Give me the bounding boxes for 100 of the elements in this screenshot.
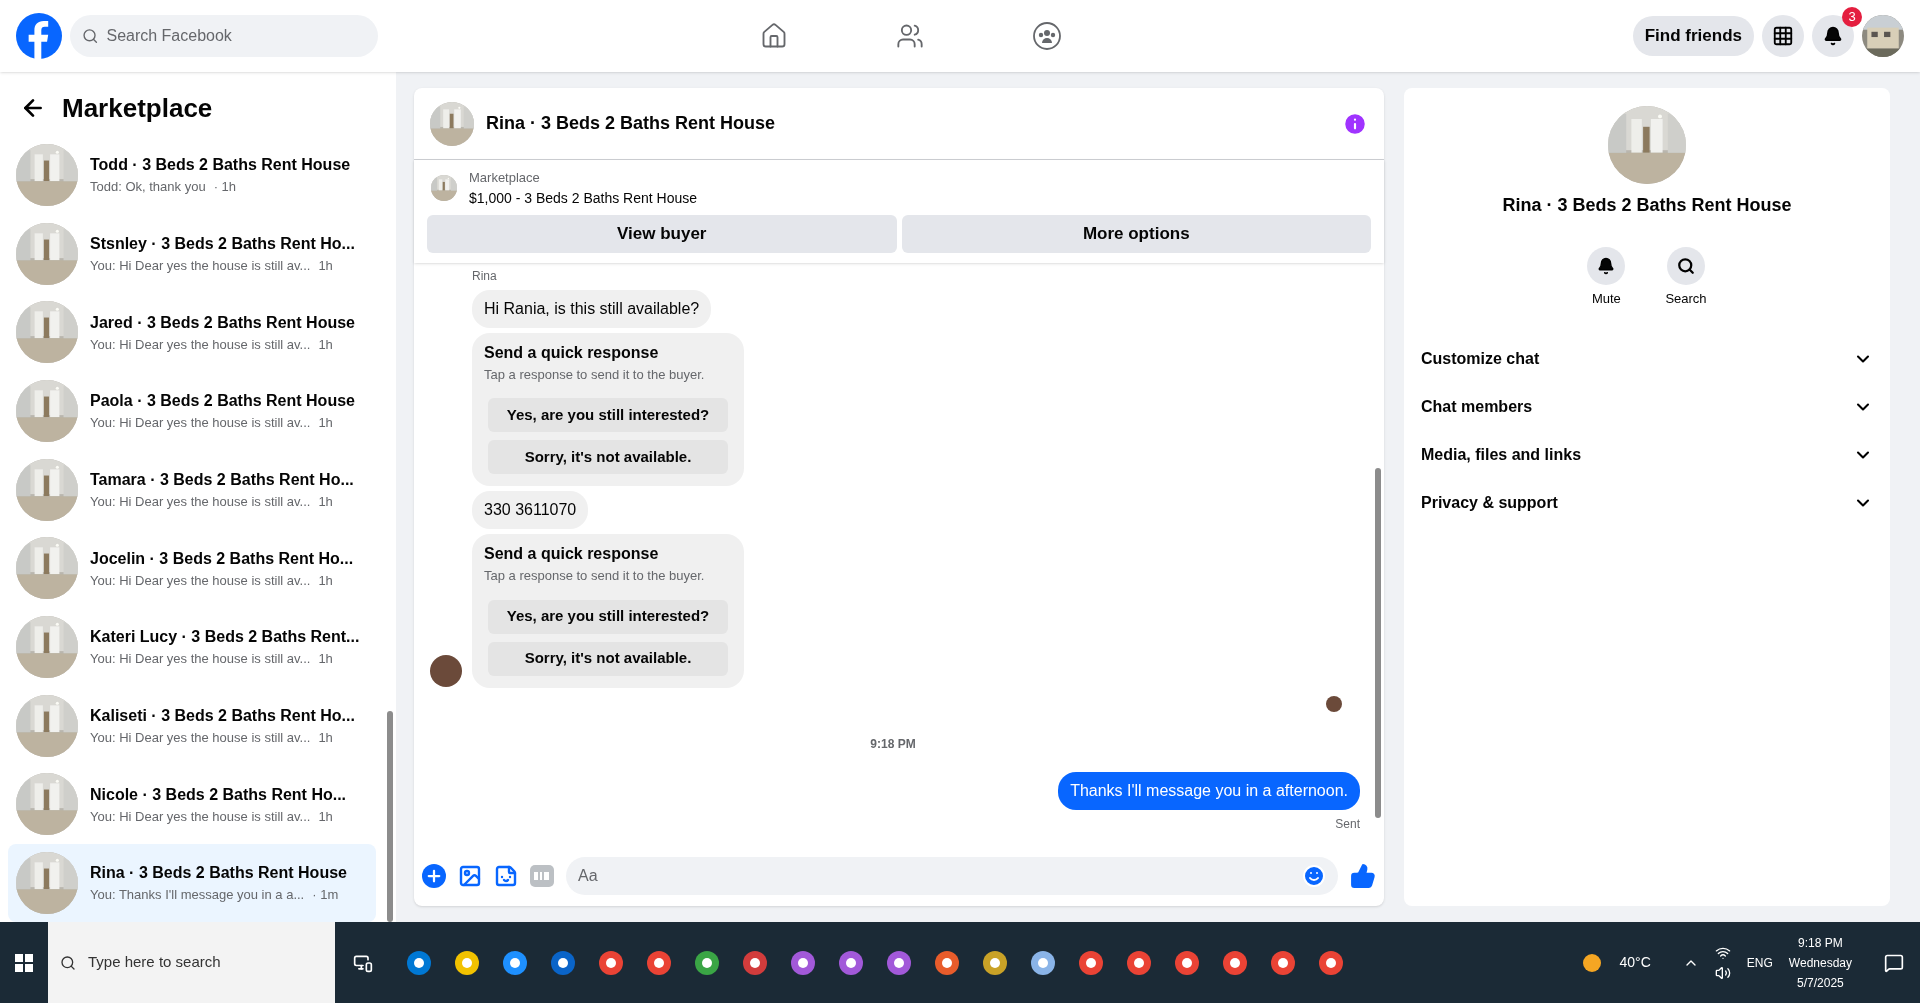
find-friends-button[interactable]: Find friends: [1632, 16, 1754, 56]
scrollbar[interactable]: [1375, 467, 1381, 818]
search-input[interactable]: Search Facebook: [106, 24, 366, 48]
message-preview: You: Thanks I'll message you in a a...: [90, 886, 305, 905]
notification-center-icon[interactable]: [1884, 952, 1904, 973]
conversation-item[interactable]: Jared · 3 Beds 2 Baths Rent House You: Hi Dear yes the house is still av... 1h: [8, 293, 376, 372]
scrollbar[interactable]: [387, 711, 393, 922]
section-row[interactable]: Privacy & support: [1412, 478, 1882, 527]
conversation-item[interactable]: Kateri Lucy · 3 Beds 2 Baths Rent... You: Hi Dear yes the house is still av... 1h: [8, 608, 376, 686]
section-row[interactable]: Media, files and links: [1412, 430, 1882, 479]
clock-time: 9:18 PM: [1798, 934, 1843, 952]
bell-icon: [1823, 26, 1843, 46]
listing-label: Marketplace: [469, 169, 541, 187]
conversation-title: Tamara · 3 Beds 2 Baths Rent Ho...: [90, 469, 354, 490]
action-label: Mute: [1591, 290, 1621, 308]
taskbar-search-input[interactable]: Type here to search: [88, 951, 278, 974]
search-button[interactable]: [1667, 247, 1705, 285]
add-button[interactable]: [422, 864, 446, 888]
message-time: 1h: [318, 650, 333, 669]
conversation-title: Paola · 3 Beds 2 Baths Rent House: [90, 391, 355, 412]
card-title: Send a quick response: [484, 342, 660, 363]
message-preview: You: Hi Dear yes the house is still av...: [90, 414, 311, 433]
conversation-item[interactable]: Stsnley · 3 Beds 2 Baths Rent Ho... You: Hi Dear yes the house is still av... 1h: [8, 214, 376, 293]
emoji-icon[interactable]: [1302, 864, 1326, 888]
quick-reply-button[interactable]: Sorry, it's not available.: [488, 641, 728, 676]
conversation-item[interactable]: Nicole · 3 Beds 2 Baths Rent Ho... You: Hi Dear yes the house is still av... 1h: [8, 765, 376, 844]
conversation-item[interactable]: Kaliseti · 3 Beds 2 Baths Rent Ho... You: Hi Dear yes the house is still av... 1h: [8, 686, 376, 765]
conversation-title: Nicole · 3 Beds 2 Baths Rent Ho...: [90, 784, 347, 805]
clock-day: Wednesday: [1788, 952, 1852, 973]
friends-icon[interactable]: [896, 22, 924, 50]
message-time: 1h: [318, 414, 333, 433]
card-subtitle: Tap a response to send it to the buyer.: [484, 365, 706, 384]
quick-reply-button[interactable]: Sorry, it's not available.: [488, 440, 728, 474]
conversation-item[interactable]: Tamara · 3 Beds 2 Baths Rent Ho... You: Hi Dear yes the house is still av... 1h: [8, 450, 376, 529]
temperature: 40°C: [1619, 953, 1651, 972]
logo-icon[interactable]: [16, 13, 62, 59]
quick-reply-button[interactable]: Yes, are you still interested?: [488, 398, 728, 432]
conversation-title: Jocelin · 3 Beds 2 Baths Rent Ho...: [90, 548, 354, 569]
windows-icon[interactable]: [15, 953, 33, 972]
chat-title: Rina · 3 Beds 2 Baths Rent House: [486, 112, 776, 135]
message-preview: You: Hi Dear yes the house is still av...: [90, 807, 311, 826]
page-title: Marketplace: [62, 91, 213, 125]
message-time: 1h: [318, 571, 333, 590]
volume-icon[interactable]: [1714, 964, 1731, 981]
notification-badge: 3: [1842, 7, 1862, 27]
conversation-item[interactable]: Jocelin · 3 Beds 2 Baths Rent Ho... You: Hi Dear yes the house is still av... 1h: [8, 529, 376, 608]
action-button[interactable]: More options: [901, 214, 1371, 253]
search-field[interactable]: Search Facebook: [70, 15, 378, 57]
card-title: Send a quick response: [484, 544, 660, 564]
message-time: 1h: [318, 807, 333, 826]
conversation-item[interactable]: Rina · 3 Beds 2 Baths Rent House You: Thanks I'll message you in a a... · 1m: [8, 844, 376, 923]
message-time: 1h: [318, 335, 333, 354]
message-time: 1h: [318, 256, 333, 275]
conversation-title: Kaliseti · 3 Beds 2 Baths Rent Ho...: [90, 706, 355, 726]
groups-icon[interactable]: [1032, 21, 1062, 51]
menu-button[interactable]: [1762, 15, 1804, 57]
conversation-title: Todd · 3 Beds 2 Baths Rent House: [90, 155, 351, 176]
read-receipt-avatar: [1326, 695, 1342, 712]
home-icon[interactable]: [760, 22, 788, 50]
photo-icon[interactable]: [458, 864, 482, 888]
card-subtitle: Tap a response to send it to the buyer.: [484, 567, 706, 585]
message-bubble: 330 3611070: [472, 491, 589, 529]
conversation-item[interactable]: Paola · 3 Beds 2 Baths Rent House You: Hi Dear yes the house is still av... 1h: [8, 372, 376, 450]
search-icon: [60, 954, 76, 971]
message-preview: You: Hi Dear yes the house is still av...: [90, 650, 311, 669]
clock-date: 5/7/2025: [1797, 974, 1844, 992]
message-time: 1h: [318, 492, 333, 511]
search-icon: [82, 27, 99, 45]
message-time: · 1h: [213, 178, 237, 197]
section-row[interactable]: Customize chat: [1412, 334, 1882, 383]
language-indicator[interactable]: ENG: [1746, 953, 1773, 972]
message-bubble: Thanks I'll message you in a afternoon.: [1058, 771, 1360, 810]
listing-title[interactable]: $1,000 - 3 Beds 2 Baths Rent House: [469, 187, 698, 209]
contact-name: Rina · 3 Beds 2 Baths Rent House: [1502, 194, 1792, 217]
conversation-title: Rina · 3 Beds 2 Baths Rent House: [90, 863, 347, 884]
search-icon: [1677, 257, 1695, 275]
message-bubble: Hi Rania, is this still available?: [472, 289, 712, 328]
taskbar-search-field[interactable]: Type here to search: [48, 922, 335, 1003]
conversation-item[interactable]: Todd · 3 Beds 2 Baths Rent House Todd: Ok, thank you · 1h: [8, 136, 376, 214]
message-preview: You: Hi Dear yes the house is still av...: [90, 571, 311, 590]
timestamp: 9:18 PM: [870, 736, 916, 751]
message-input[interactable]: Aa: [578, 864, 1302, 888]
message-time: 1h: [318, 729, 333, 747]
sticker-icon[interactable]: [494, 864, 518, 888]
quick-reply-button[interactable]: Yes, are you still interested?: [488, 599, 728, 634]
message-preview: You: Hi Dear yes the house is still av...: [90, 335, 311, 354]
section-row[interactable]: Chat members: [1412, 382, 1882, 431]
like-icon[interactable]: [1350, 863, 1376, 889]
message-field[interactable]: Aa: [566, 857, 1338, 895]
avatar: [430, 654, 462, 687]
mute-button[interactable]: [1587, 247, 1626, 285]
plus-icon: [425, 867, 443, 885]
conversation-title: Stsnley · 3 Beds 2 Baths Rent Ho...: [90, 233, 355, 254]
delivery-status: Sent: [1335, 815, 1360, 833]
menu-icon: [1772, 25, 1794, 47]
message-time: · 1m: [312, 886, 339, 905]
action-button[interactable]: View buyer: [427, 214, 897, 253]
message-preview: You: Hi Dear yes the house is still av...: [90, 729, 311, 747]
bell-icon: [1597, 257, 1616, 275]
message-preview: You: Hi Dear yes the house is still av...: [90, 256, 311, 275]
